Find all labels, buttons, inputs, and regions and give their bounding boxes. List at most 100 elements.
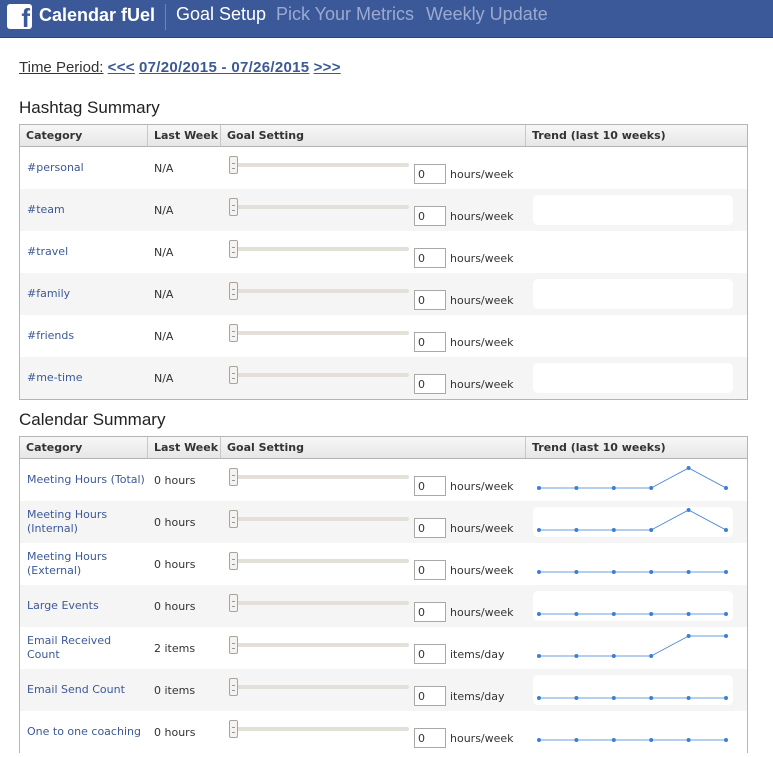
last-week-value: N/A (154, 371, 174, 385)
trend-point-1 (574, 486, 579, 490)
goal-input[interactable] (414, 374, 446, 394)
category-link-family[interactable]: #family (27, 273, 147, 315)
goal-slider-track[interactable] (236, 373, 409, 377)
nav-pick-your-metrics[interactable]: Pick Your Metrics (276, 4, 414, 25)
goal-input[interactable] (414, 686, 446, 706)
trend-point-5 (724, 528, 728, 532)
calendar-summary-title: Calendar Summary (19, 410, 166, 429)
goal-slider-track[interactable] (236, 559, 409, 563)
goal-slider-handle[interactable] (229, 636, 238, 654)
goal-input[interactable] (414, 560, 446, 580)
goal-slider-handle[interactable] (229, 552, 238, 570)
trend-point-2 (611, 696, 616, 700)
category-link-friends[interactable]: #friends (27, 315, 147, 357)
trend-point-3 (649, 738, 654, 742)
nav-goal-setup[interactable]: Goal Setup (176, 4, 266, 25)
next-period-link[interactable]: >>> (314, 59, 341, 76)
goal-slider-handle[interactable] (229, 282, 238, 300)
app-title[interactable]: Calendar fUel (39, 5, 155, 26)
last-week-value: 0 items (154, 683, 196, 697)
facebook-logo-icon[interactable]: f (7, 4, 32, 29)
category-link-travel[interactable]: #travel (27, 231, 147, 273)
table-header: Category Last Week Goal Setting Trend (l… (20, 125, 747, 147)
goal-slider-track[interactable] (236, 247, 409, 251)
trend-point-2 (611, 654, 616, 658)
table-row: #family N/A hours/week (20, 273, 747, 315)
category-link-meeting-hours-external[interactable]: Meeting Hours (External) (27, 543, 147, 585)
hashtag-summary-table: Category Last Week Goal Setting Trend (l… (19, 124, 748, 400)
goal-slider-handle[interactable] (229, 468, 238, 486)
trend-point-2 (611, 486, 616, 490)
goal-slider-handle[interactable] (229, 324, 238, 342)
goal-input[interactable] (414, 644, 446, 664)
category-link-email-received-count[interactable]: Email Received Count (27, 627, 147, 669)
trend-chart (533, 237, 733, 267)
goal-slider-track[interactable] (236, 163, 409, 167)
goal-slider-handle[interactable] (229, 678, 238, 696)
goal-unit: hours/week (450, 378, 514, 391)
category-link-team[interactable]: #team (27, 189, 147, 231)
column-header-goal-setting: Goal Setting (220, 437, 525, 458)
trend-point-4 (686, 466, 691, 470)
goal-input[interactable] (414, 206, 446, 226)
goal-slider-handle[interactable] (229, 720, 238, 738)
goal-input[interactable] (414, 518, 446, 538)
trend-point-0 (537, 738, 541, 742)
goal-slider-handle[interactable] (229, 594, 238, 612)
goal-unit: hours/week (450, 294, 514, 307)
category-link-meeting-hours-total[interactable]: Meeting Hours (Total) (27, 459, 147, 501)
trend-point-2 (611, 612, 616, 616)
goal-slider-track[interactable] (236, 475, 409, 479)
category-link-me-time[interactable]: #me-time (27, 357, 147, 399)
last-week-value: N/A (154, 245, 174, 259)
trend-chart (533, 549, 733, 579)
previous-period-link[interactable]: <<< (108, 59, 135, 76)
goal-slider-track[interactable] (236, 727, 409, 731)
trend-point-4 (686, 508, 691, 512)
trend-point-4 (686, 696, 691, 700)
category-link-large-events[interactable]: Large Events (27, 585, 147, 627)
goal-input[interactable] (414, 728, 446, 748)
goal-slider-track[interactable] (236, 517, 409, 521)
trend-point-1 (574, 654, 579, 658)
column-header-goal-setting: Goal Setting (220, 125, 525, 146)
goal-input[interactable] (414, 476, 446, 496)
trend-point-3 (649, 486, 654, 490)
goal-slider-handle[interactable] (229, 366, 238, 384)
goal-input[interactable] (414, 332, 446, 352)
goal-input[interactable] (414, 290, 446, 310)
trend-sparkline (537, 696, 728, 700)
goal-slider-handle[interactable] (229, 156, 238, 174)
goal-slider-track[interactable] (236, 289, 409, 293)
last-week-value: N/A (154, 203, 174, 217)
trend-sparkline (537, 508, 728, 532)
trend-point-5 (724, 738, 728, 742)
goal-input[interactable] (414, 248, 446, 268)
column-header-last-week: Last Week (147, 437, 220, 458)
goal-input[interactable] (414, 602, 446, 622)
goal-slider-handle[interactable] (229, 240, 238, 258)
goal-slider-handle[interactable] (229, 198, 238, 216)
category-link-meeting-hours-internal[interactable]: Meeting Hours (Internal) (27, 501, 147, 543)
trend-chart (533, 195, 733, 225)
trend-point-1 (574, 570, 579, 574)
goal-input[interactable] (414, 164, 446, 184)
column-header-category: Category (26, 129, 83, 142)
nav-weekly-update[interactable]: Weekly Update (426, 4, 548, 25)
goal-slider-track[interactable] (236, 643, 409, 647)
goal-slider-track[interactable] (236, 685, 409, 689)
goal-slider-handle[interactable] (229, 510, 238, 528)
goal-slider-track[interactable] (236, 331, 409, 335)
column-header-trend: Trend (last 10 weeks) (525, 125, 747, 146)
trend-point-1 (574, 696, 579, 700)
goal-slider-track[interactable] (236, 205, 409, 209)
category-link-one-to-one-coaching[interactable]: One to one coaching (27, 711, 147, 753)
category-link-personal[interactable]: #personal (27, 147, 147, 189)
goal-slider-track[interactable] (236, 601, 409, 605)
table-row: #team N/A hours/week (20, 189, 747, 231)
table-row: One to one coaching 0 hours hours/week (20, 711, 747, 753)
table-row: #personal N/A hours/week (20, 147, 747, 189)
category-link-email-send-count[interactable]: Email Send Count (27, 669, 147, 711)
trend-point-0 (537, 612, 541, 616)
date-range-link[interactable]: 07/20/2015 - 07/26/2015 (139, 59, 309, 76)
